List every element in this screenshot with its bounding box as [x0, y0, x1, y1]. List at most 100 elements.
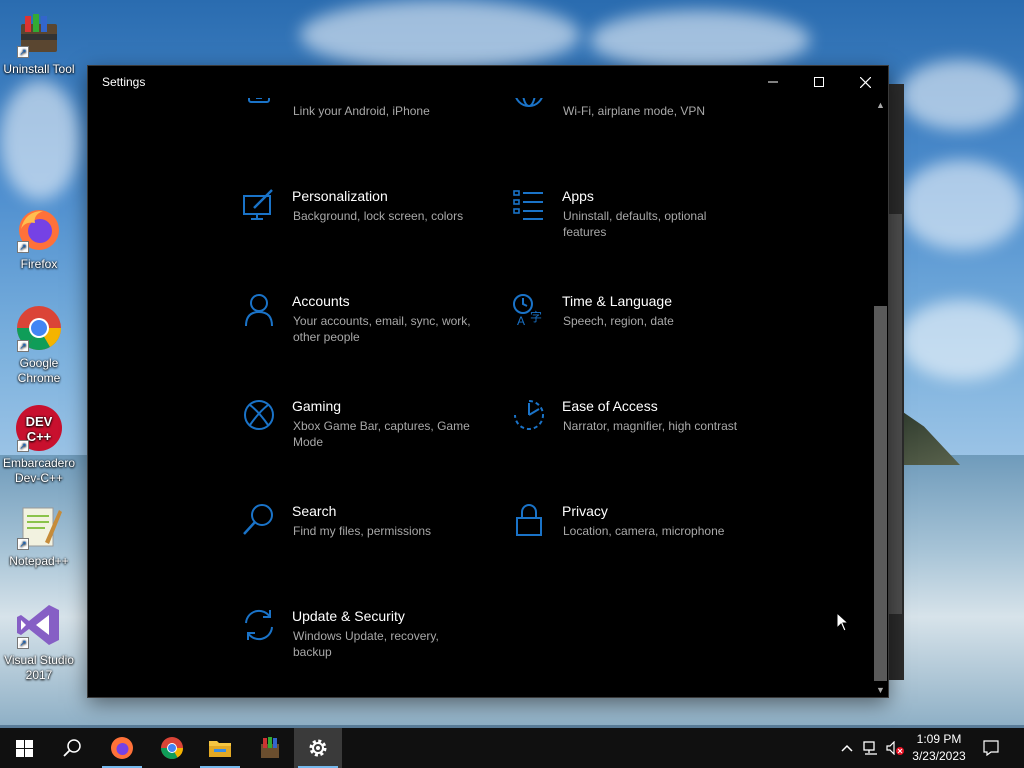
ease-of-access-icon	[514, 400, 544, 430]
desktop-icon-label: Firefox	[20, 257, 58, 271]
time-language-icon: A 字	[513, 294, 542, 327]
svg-text:字: 字	[530, 309, 542, 324]
update-icon	[245, 609, 273, 641]
tile-network[interactable]: Wi-Fi, airplane mode, VPN	[512, 98, 762, 130]
tile-accounts[interactable]: Accounts Your accounts, email, sync, wor…	[242, 293, 492, 353]
tile-desc: Your accounts, email, sync, work, other …	[293, 314, 471, 344]
start-button[interactable]	[0, 728, 48, 768]
desktop-icon-label: Notepad++	[9, 554, 69, 568]
svg-text:DEV: DEV	[26, 414, 53, 429]
tile-name: Search	[292, 503, 337, 519]
background-scrollbar-thumb	[889, 214, 902, 614]
xbox-icon	[244, 400, 274, 430]
chevron-up-icon	[841, 744, 853, 752]
notepadpp-icon: ↗	[15, 502, 63, 550]
network-icon	[863, 741, 877, 755]
action-center-button[interactable]	[976, 728, 1006, 768]
maximize-icon	[814, 77, 824, 87]
volume-button[interactable]	[884, 728, 906, 768]
tile-desc: Location, camera, microphone	[563, 524, 725, 538]
tile-desc: Link your Android, iPhone	[293, 104, 430, 118]
vertical-scrollbar[interactable]: ▲ ▼	[873, 98, 888, 697]
taskbar-chrome[interactable]	[148, 728, 196, 768]
search-icon	[63, 739, 81, 757]
search-icon	[243, 504, 273, 535]
tile-update-security[interactable]: Update & Security Windows Update, recove…	[242, 608, 492, 668]
devcpp-icon: DEV C++ ↗	[15, 404, 63, 452]
tile-desc: Find my files, permissions	[293, 524, 432, 538]
tile-desc: Background, lock screen, colors	[293, 209, 464, 223]
tile-name: Gaming	[292, 398, 342, 414]
taskbar-firefox[interactable]	[98, 728, 146, 768]
desktop-icon-label: Visual Studio 2017	[4, 653, 74, 682]
taskbar-search-button[interactable]	[48, 728, 96, 768]
desktop-icon-uninstall-tool[interactable]: ↗ Uninstall Tool	[2, 10, 76, 77]
desktop-icon-devcpp[interactable]: DEV C++ ↗ Embarcadero Dev-C++	[2, 404, 76, 486]
tile-apps[interactable]: Apps Uninstall, defaults, optional featu…	[512, 188, 762, 248]
tile-name: Update & Security	[292, 608, 405, 624]
svg-text:C++: C++	[27, 429, 52, 444]
tile-privacy[interactable]: Privacy Location, camera, microphone	[512, 503, 762, 563]
scrollbar-thumb[interactable]	[874, 306, 887, 681]
taskbar-settings[interactable]	[294, 728, 342, 768]
tile-gaming[interactable]: Gaming Xbox Game Bar, captures, Game Mod…	[242, 398, 492, 458]
visual-studio-icon: ↗	[15, 601, 63, 649]
system-clock[interactable]: 1:09 PM 3/23/2023	[908, 731, 970, 765]
phone-icon	[248, 98, 270, 103]
minimize-icon	[768, 81, 778, 83]
tile-desc: Xbox Game Bar, captures, Game Mode	[293, 419, 470, 449]
tile-search[interactable]: Search Find my files, permissions	[242, 503, 492, 563]
tile-name: Accounts	[292, 293, 350, 309]
personalization-icon	[243, 189, 273, 220]
clock-date: 3/23/2023	[912, 749, 966, 763]
tile-name: Time & Language	[562, 293, 672, 309]
tile-desc: Narrator, magnifier, high contrast	[563, 419, 738, 433]
desktop-icon-label: Google Chrome	[17, 356, 61, 385]
taskbar-winrar[interactable]	[246, 728, 294, 768]
window-title: Settings	[102, 75, 146, 89]
maximize-button[interactable]	[796, 66, 842, 98]
tile-name: Privacy	[562, 503, 608, 519]
desktop-icon-notepadpp[interactable]: ↗ Notepad++	[2, 502, 76, 569]
desktop-icon-label: Embarcadero Dev-C++	[2, 456, 76, 485]
person-icon	[245, 294, 273, 327]
mouse-cursor-icon	[836, 612, 850, 632]
tile-time-language[interactable]: A 字 Time & Language Speech, region, date	[512, 293, 762, 353]
tile-phone[interactable]: Link your Android, iPhone	[242, 98, 492, 130]
tile-desc: Uninstall, defaults, optional features	[563, 209, 707, 239]
taskbar: 1:09 PM 3/23/2023	[0, 728, 1024, 768]
globe-icon	[515, 98, 543, 107]
close-icon	[859, 76, 871, 88]
scroll-down-icon[interactable]: ▼	[873, 683, 888, 697]
chrome-icon	[161, 737, 183, 759]
tile-name: Ease of Access	[562, 398, 658, 414]
file-explorer-icon	[209, 741, 231, 757]
winrar-icon	[261, 737, 279, 758]
firefox-icon	[111, 737, 133, 759]
tile-desc: Windows Update, recovery, backup	[293, 629, 439, 659]
lock-icon	[516, 504, 542, 536]
taskbar-file-explorer[interactable]	[196, 728, 244, 768]
title-bar[interactable]: Settings	[88, 66, 888, 98]
tile-personalization[interactable]: Personalization Background, lock screen,…	[242, 188, 492, 248]
close-button[interactable]	[842, 66, 888, 98]
desktop-icon-visual-studio[interactable]: ↗ Visual Studio 2017	[2, 601, 76, 683]
scroll-up-icon[interactable]: ▲	[873, 98, 888, 112]
tile-ease-of-access[interactable]: Ease of Access Narrator, magnifier, high…	[512, 398, 762, 458]
firefox-icon: ↗	[15, 205, 63, 253]
settings-window: Settings Link your Android, iPhone Wi-Fi…	[88, 66, 888, 697]
notification-icon	[983, 740, 999, 756]
tile-desc: Wi-Fi, airplane mode, VPN	[563, 104, 706, 118]
settings-gear-icon	[309, 739, 327, 757]
start-icon	[15, 739, 33, 757]
show-hidden-icons-button[interactable]	[838, 728, 856, 768]
volume-muted-icon	[886, 741, 904, 755]
network-button[interactable]	[860, 728, 882, 768]
apps-icon	[513, 190, 543, 220]
uninstall-tool-icon: ↗	[15, 10, 63, 58]
desktop-icon-chrome[interactable]: ↗ Google Chrome	[2, 304, 76, 386]
minimize-button[interactable]	[750, 66, 796, 98]
tile-desc: Speech, region, date	[563, 314, 674, 328]
desktop-icon-firefox[interactable]: ↗ Firefox	[2, 205, 76, 272]
clock-time: 1:09 PM	[916, 732, 962, 746]
